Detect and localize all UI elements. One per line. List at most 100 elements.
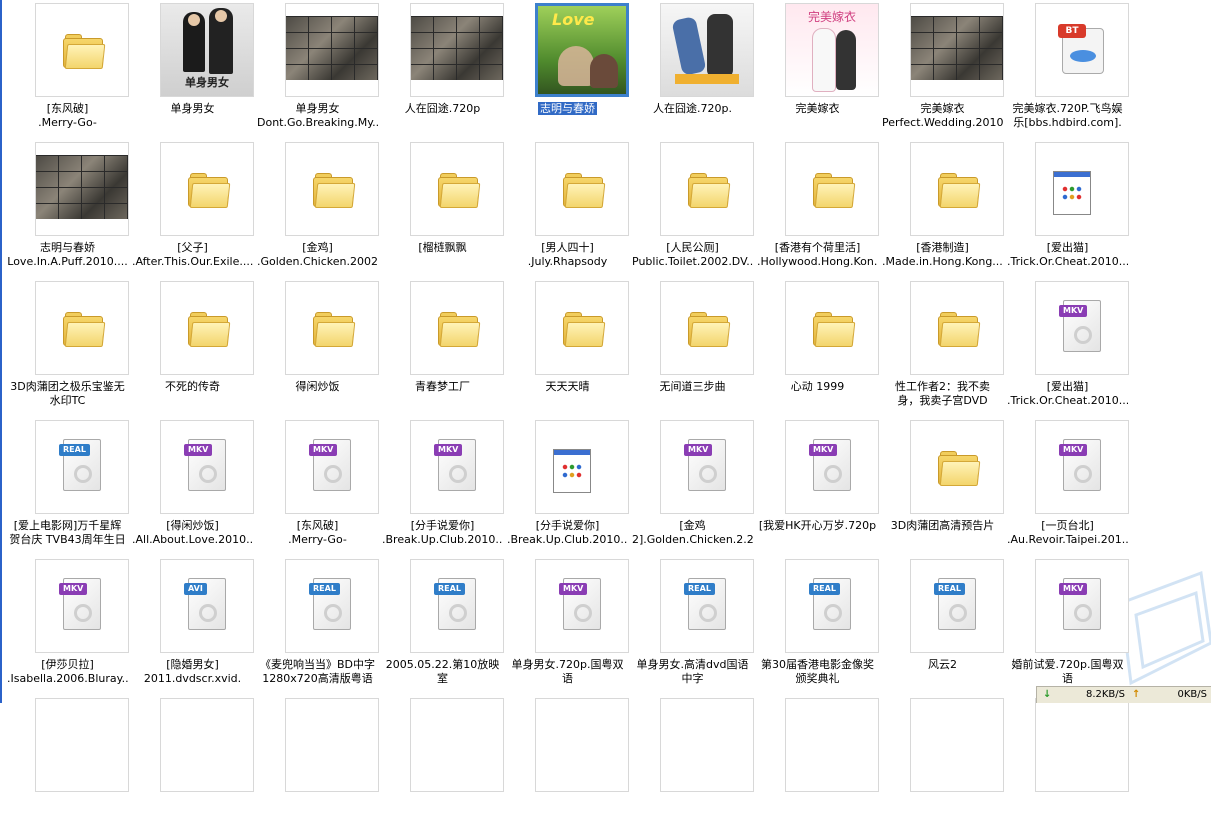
item-label: 人在囧途.720p xyxy=(404,102,481,115)
item-thumbnail xyxy=(785,698,879,792)
file-item[interactable]: 3D肉蒲团之极乐宝鉴无 水印TC版-660kbps[48.... xyxy=(5,280,130,419)
item-label: [分手说爱你] .Break.Up.Club.2010.... xyxy=(382,519,503,546)
file-item[interactable]: 青春梦工厂 xyxy=(380,280,505,419)
file-item[interactable]: MKV [金鸡 2].Golden.Chicken.2.2.... xyxy=(630,419,755,558)
item-label: 人在囧途.720p. xyxy=(653,102,732,115)
item-thumbnail: MKV xyxy=(35,559,129,653)
file-item[interactable]: [男人四十] .July.Rhapsody xyxy=(505,141,630,280)
file-item[interactable]: 无间道三步曲 xyxy=(630,280,755,419)
file-item-partial[interactable] xyxy=(755,697,880,836)
item-thumbnail xyxy=(535,281,629,375)
folder-icon xyxy=(938,173,981,208)
file-item[interactable]: AVI [隐婚男女] 2011.dvdscr.xvid.[dy.... xyxy=(130,558,255,697)
file-item[interactable]: [榴梿飘飘 xyxy=(380,141,505,280)
file-item[interactable]: REAL 第30届香港电影金像奖 颁奖典礼 xyxy=(755,558,880,697)
file-item[interactable]: MKV [我爱HK开心万岁.720p xyxy=(755,419,880,558)
file-item[interactable]: [香港有个荷里活] .Hollywood.Hong.Kon.... xyxy=(755,141,880,280)
file-item[interactable]: Love 志明与春娇 xyxy=(505,2,630,141)
file-item[interactable]: MKV [爱出猫] .Trick.Or.Cheat.2010.... xyxy=(1005,280,1130,419)
file-item[interactable]: [分手说爱你] .Break.Up.Club.2010.... xyxy=(505,419,630,558)
mkv-file-icon: MKV xyxy=(434,439,476,491)
file-item[interactable]: 单身男女 Dont.Go.Breaking.My.... xyxy=(255,2,380,141)
real-file-icon: REAL xyxy=(934,578,976,630)
item-label: [金鸡] .Golden.Chicken.2002.... xyxy=(257,241,378,268)
file-item[interactable]: 3D肉蒲团高清预告片 xyxy=(880,419,1005,558)
file-item-partial[interactable] xyxy=(380,697,505,836)
item-thumbnail: REAL xyxy=(285,559,379,653)
file-item[interactable]: REAL 风云2 xyxy=(880,558,1005,697)
file-item[interactable]: 不死的传奇 xyxy=(130,280,255,419)
file-item[interactable]: [东风破] .Merry-Go-Round.2010 xyxy=(5,2,130,141)
file-item[interactable]: [香港制造] .Made.in.Hong.Kong.... xyxy=(880,141,1005,280)
item-label: [男人四十] .July.Rhapsody xyxy=(527,241,608,268)
file-item[interactable]: REAL 《麦兜响当当》BD中字 1280x720高清版粤语版 xyxy=(255,558,380,697)
item-thumbnail xyxy=(1035,698,1129,792)
file-item[interactable]: MKV 单身男女.720p.国粤双 语 xyxy=(505,558,630,697)
item-label: 风云2 xyxy=(928,658,957,671)
item-thumbnail: AVI xyxy=(160,559,254,653)
file-item[interactable]: MKV [东风破] .Merry-Go-Round.201.... xyxy=(255,419,380,558)
item-label: 得闲炒饭 xyxy=(295,380,340,393)
file-item[interactable]: MKV 婚前试爱.720p.国粤双 语 xyxy=(1005,558,1130,697)
item-thumbnail xyxy=(410,698,504,792)
item-label: [金鸡 2].Golden.Chicken.2.2.... xyxy=(632,519,753,546)
item-thumbnail xyxy=(660,281,754,375)
file-item[interactable]: MKV [一页台北] .Au.Revoir.Taipei.201.... xyxy=(1005,419,1130,558)
file-item-partial[interactable] xyxy=(1005,697,1130,836)
item-label: [爱出猫] .Trick.Or.Cheat.2010.... xyxy=(1007,380,1128,407)
item-thumbnail xyxy=(285,142,379,236)
file-item[interactable]: MKV [得闲炒饭] .All.About.Love.2010.... xyxy=(130,419,255,558)
item-thumbnail: MKV xyxy=(535,559,629,653)
file-item[interactable]: 完美嫁衣 完美嫁衣 xyxy=(755,2,880,141)
item-label: 志明与春娇 xyxy=(538,102,597,115)
file-item[interactable]: 天天天晴 xyxy=(505,280,630,419)
file-item[interactable]: REAL 单身男女.高清dvd国语 中字 xyxy=(630,558,755,697)
file-item[interactable]: MKV [分手说爱你] .Break.Up.Club.2010.... xyxy=(380,419,505,558)
file-item-partial[interactable] xyxy=(5,697,130,836)
application-file-icon xyxy=(1053,171,1091,215)
file-item[interactable]: 人在囧途.720p. xyxy=(630,2,755,141)
item-label: [爱出猫] .Trick.Or.Cheat.2010.... xyxy=(1007,241,1128,268)
item-label: [东风破] .Merry-Go-Round.2010 xyxy=(38,102,97,129)
item-thumbnail xyxy=(410,142,504,236)
file-item[interactable]: [人民公厕] Public.Toilet.2002.DV.... xyxy=(630,141,755,280)
file-item[interactable]: 性工作者2：我不卖 身，我卖子宫DVD xyxy=(880,280,1005,419)
file-item-partial[interactable] xyxy=(130,697,255,836)
item-label: [香港制造] .Made.in.Hong.Kong.... xyxy=(882,241,1003,268)
item-thumbnail xyxy=(535,142,629,236)
item-thumbnail: MKV xyxy=(410,420,504,514)
mkv-file-icon: MKV xyxy=(684,439,726,491)
file-item[interactable]: [爱出猫] .Trick.Or.Cheat.2010.... xyxy=(1005,141,1130,280)
item-label: 青春梦工厂 xyxy=(415,380,470,393)
real-file-icon: REAL xyxy=(434,578,476,630)
file-item[interactable]: 志明与春娇 Love.In.A.Puff.2010.... xyxy=(5,141,130,280)
item-label: [东风破] .Merry-Go-Round.201.... xyxy=(288,519,347,546)
file-item[interactable]: REAL 2005.05.22.第10放映室 _道无间[YY].TTTvO xyxy=(380,558,505,697)
item-thumbnail: MKV xyxy=(785,420,879,514)
file-item[interactable]: REAL [爱上电影网]万千星辉 贺台庆 TVB43周年生日 xyxy=(5,419,130,558)
file-item[interactable]: MKV [伊莎贝拉] .Isabella.2006.Bluray.... xyxy=(5,558,130,697)
file-item[interactable]: [父子] .After.This.Our.Exile.... xyxy=(130,141,255,280)
file-item[interactable]: BT 完美嫁衣.720P.飞鸟娱 乐[bbs.hdbird.com]. xyxy=(1005,2,1130,141)
item-thumbnail xyxy=(285,698,379,792)
folder-icon xyxy=(813,312,856,347)
file-item[interactable]: 完美嫁衣 Perfect.Wedding.2010.... xyxy=(880,2,1005,141)
file-item-partial[interactable] xyxy=(255,697,380,836)
item-thumbnail xyxy=(160,698,254,792)
file-item[interactable]: 得闲炒饭 xyxy=(255,280,380,419)
file-item[interactable]: 人在囧途.720p xyxy=(380,2,505,141)
file-item-partial[interactable] xyxy=(630,697,755,836)
real-file-icon: REAL xyxy=(809,578,851,630)
item-thumbnail xyxy=(35,698,129,792)
item-thumbnail xyxy=(285,281,379,375)
item-thumbnail: MKV xyxy=(160,420,254,514)
file-item[interactable]: 心动 1999 xyxy=(755,280,880,419)
folder-icon xyxy=(313,173,356,208)
video-screenshot-thumbnail xyxy=(36,143,128,235)
item-label: [父子] .After.This.Our.Exile.... xyxy=(132,241,253,268)
file-item[interactable]: [金鸡] .Golden.Chicken.2002.... xyxy=(255,141,380,280)
item-label: 性工作者2：我不卖 身，我卖子宫DVD xyxy=(895,380,990,407)
file-item-partial[interactable] xyxy=(505,697,630,836)
file-item[interactable]: 单身男女 单身男女 xyxy=(130,2,255,141)
file-item-partial[interactable] xyxy=(880,697,1005,836)
